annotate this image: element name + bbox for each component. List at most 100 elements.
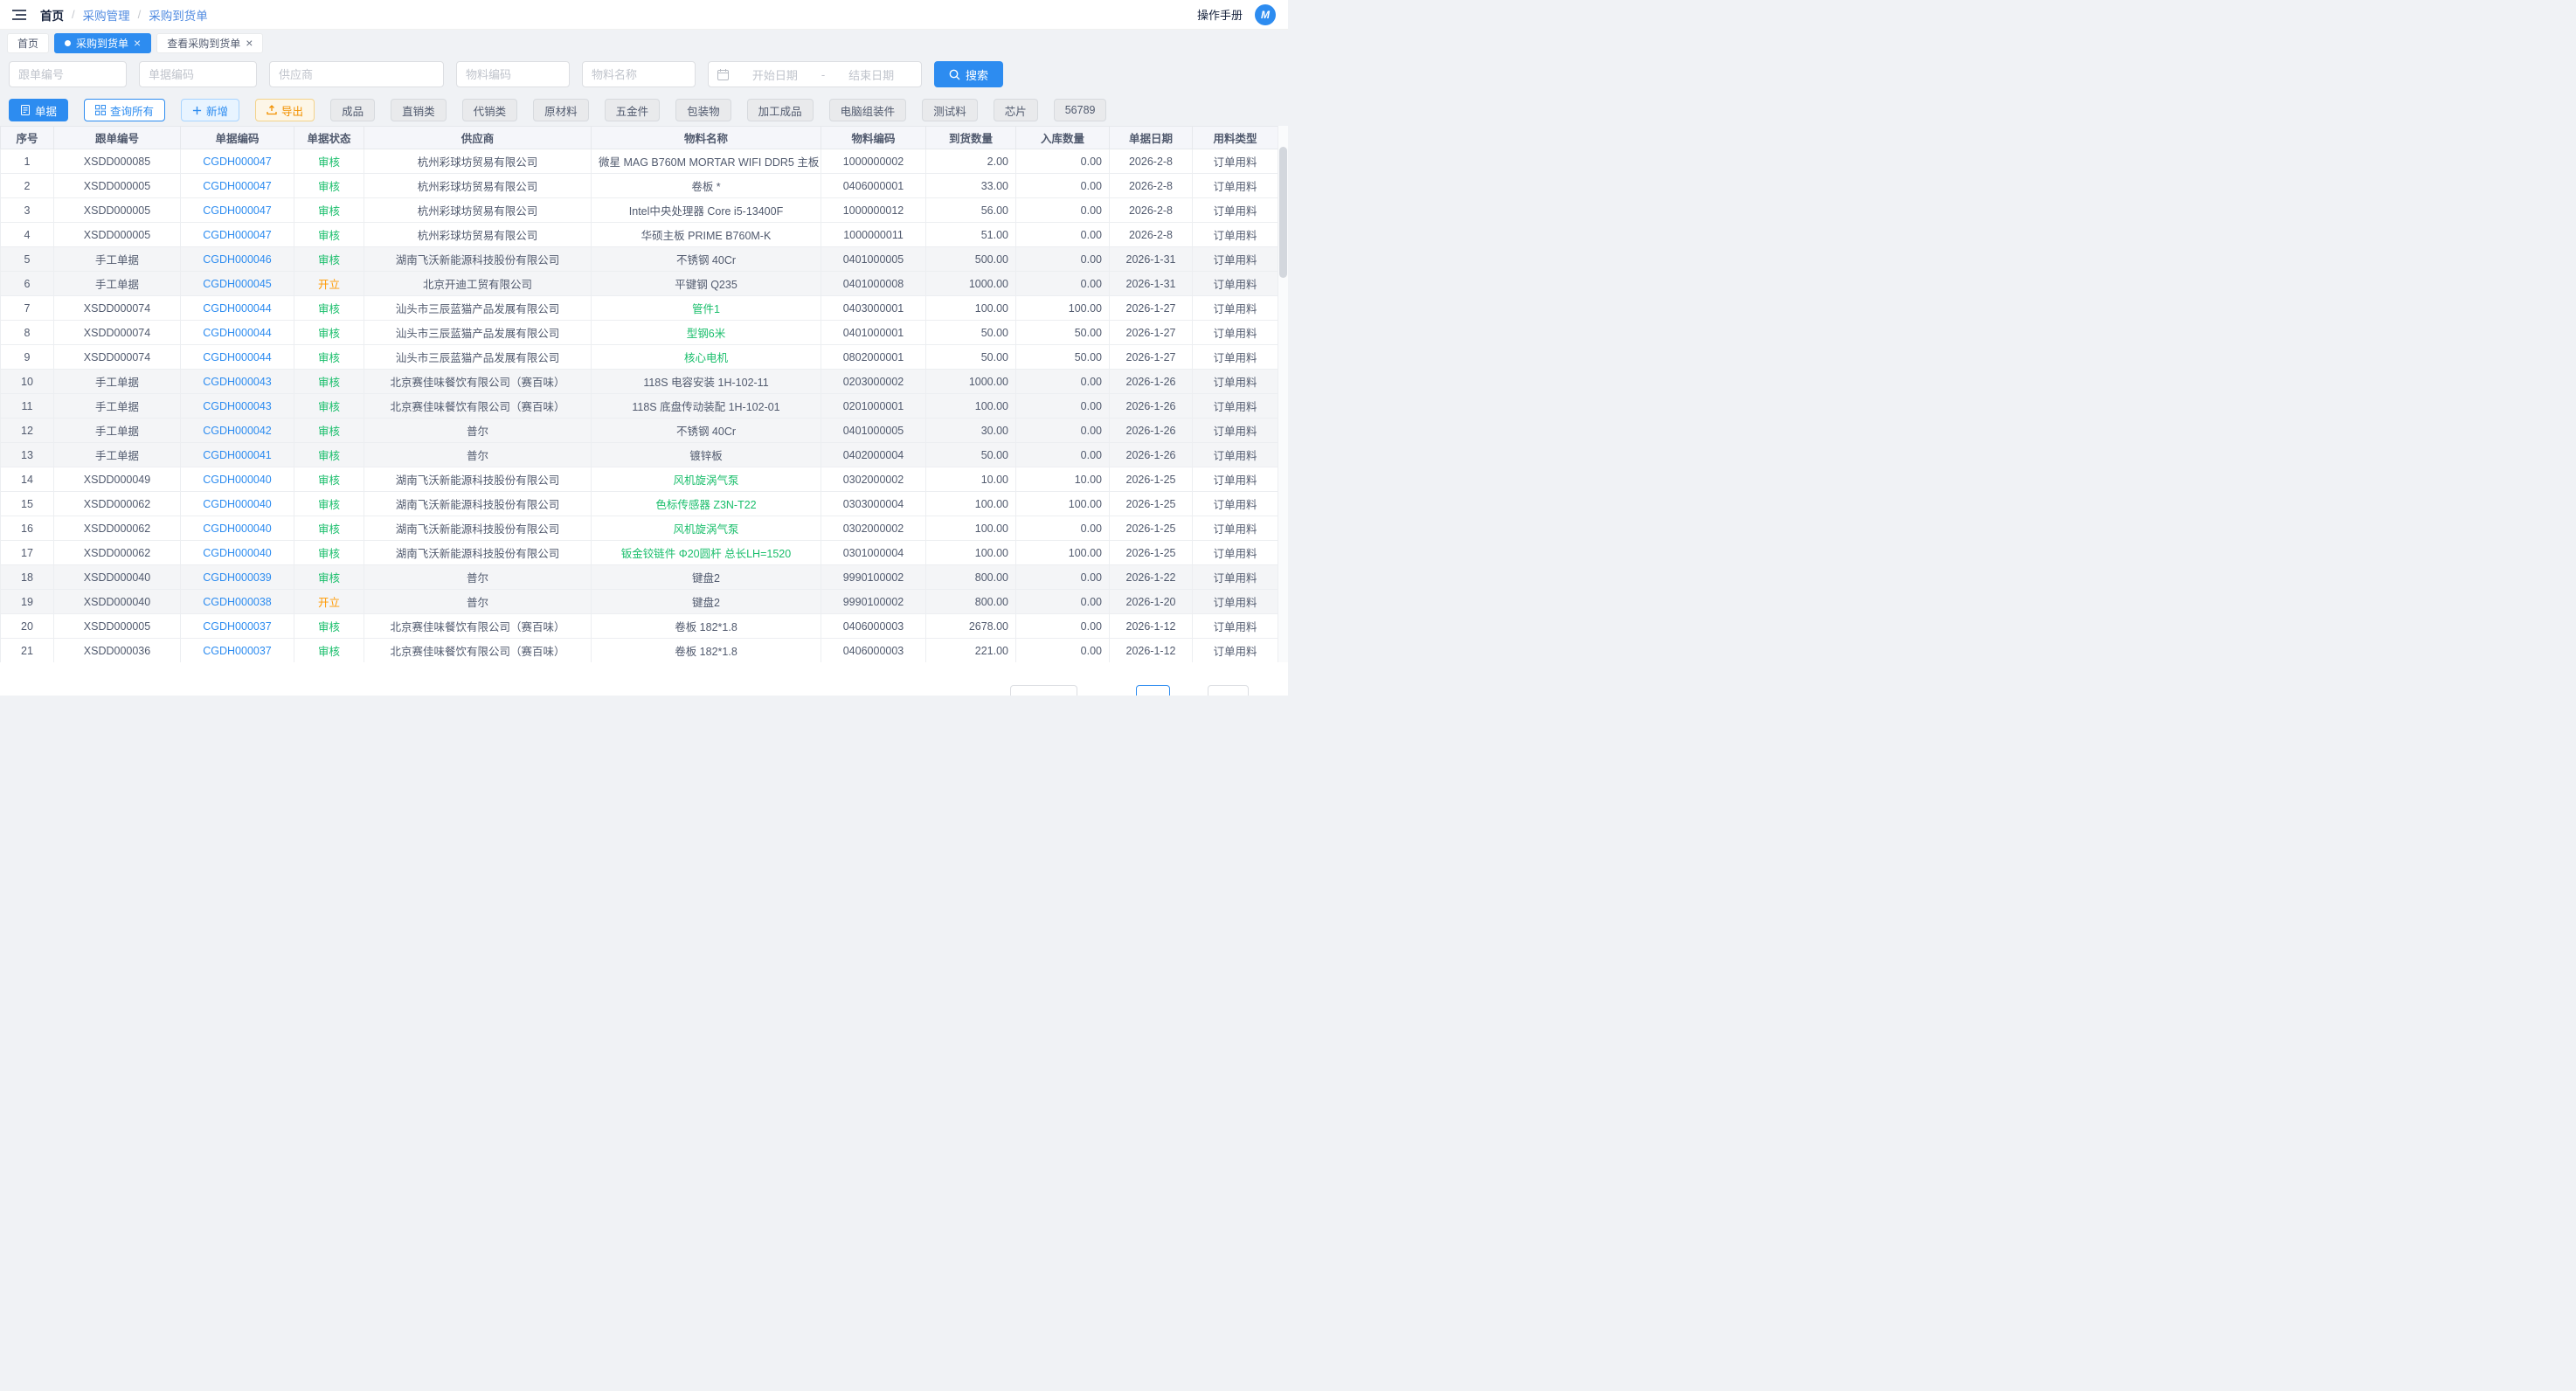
cell-doc-date: 2026-1-25	[1110, 516, 1193, 541]
tab-close-icon[interactable]: ×	[134, 37, 141, 49]
cell-material-code: 0401000005	[821, 247, 926, 272]
export-button[interactable]: 导出	[255, 99, 315, 121]
doc-no-link[interactable]: CGDH000047	[181, 223, 294, 247]
cell-inbound-qty: 0.00	[1016, 149, 1110, 174]
cell-inbound-qty: 0.00	[1016, 394, 1110, 419]
breadcrumb-item[interactable]: 采购管理	[83, 6, 130, 24]
category-filter-button[interactable]: 代销类	[462, 99, 518, 121]
doc-no-link[interactable]: CGDH000037	[181, 639, 294, 663]
date-range-picker[interactable]: 开始日期 - 结束日期	[708, 61, 922, 87]
cell-arrival-qty: 100.00	[926, 394, 1016, 419]
cell-material-name: 型钢6米	[592, 321, 821, 345]
toolbar-button-label: 导出	[281, 102, 303, 119]
doc-no-link[interactable]: CGDH000043	[181, 394, 294, 419]
top-navbar: 首页/采购管理/采购到货单 操作手册 M	[0, 0, 1288, 30]
doc-no-link[interactable]: CGDH000046	[181, 247, 294, 272]
cell-doc-date: 2026-1-12	[1110, 614, 1193, 639]
scrollbar-thumb[interactable]	[1279, 147, 1287, 278]
cell-seq: 13	[1, 443, 54, 467]
doc-no-link[interactable]: CGDH000037	[181, 614, 294, 639]
cell-seq: 16	[1, 516, 54, 541]
manual-link[interactable]: 操作手册	[1197, 6, 1243, 23]
breadcrumb-item[interactable]: 采购到货单	[149, 6, 208, 24]
end-date-placeholder[interactable]: 结束日期	[830, 66, 912, 83]
cell-inbound-qty: 0.00	[1016, 565, 1110, 590]
category-filter-button[interactable]: 五金件	[605, 99, 661, 121]
tab-item[interactable]: 查看采购到货单×	[156, 33, 263, 53]
table-row: 20XSDD000005CGDH000037审核北京赛佳味餐饮有限公司（赛百味）…	[1, 614, 1278, 639]
category-filter-button[interactable]: 成品	[330, 99, 375, 121]
table-row: 6手工单据CGDH000045开立北京开迪工贸有限公司平键钢 Q23504010…	[1, 272, 1278, 296]
query-all-button[interactable]: 查询所有	[84, 99, 165, 121]
cell-seq: 6	[1, 272, 54, 296]
doc-no-link[interactable]: CGDH000044	[181, 345, 294, 370]
cell-supplier: 湖南飞沃新能源科技股份有限公司	[364, 247, 592, 272]
tab-item[interactable]: 首页	[7, 33, 49, 53]
tab-item[interactable]: 采购到货单×	[54, 33, 151, 53]
cell-material-name: 不锈钢 40Cr	[592, 247, 821, 272]
doc-no-link[interactable]: CGDH000041	[181, 443, 294, 467]
cell-supplier: 汕头市三辰蓝猫产品发展有限公司	[364, 321, 592, 345]
doc-no-link[interactable]: CGDH000040	[181, 492, 294, 516]
cell-doc-date: 2026-2-8	[1110, 174, 1193, 198]
document-button[interactable]: 单据	[9, 99, 68, 121]
doc-no-link[interactable]: CGDH000039	[181, 565, 294, 590]
doc-no-link[interactable]: CGDH000047	[181, 174, 294, 198]
category-filter-button[interactable]: 加工成品	[747, 99, 814, 121]
doc-no-link[interactable]: CGDH000040	[181, 516, 294, 541]
start-date-placeholder[interactable]: 开始日期	[734, 66, 816, 83]
cell-supplier: 杭州彩球坊贸易有限公司	[364, 223, 592, 247]
cell-usage-type: 订单用料	[1193, 419, 1278, 443]
cell-usage-type: 订单用料	[1193, 296, 1278, 321]
filter-input-4[interactable]	[456, 61, 570, 87]
cell-inbound-qty: 50.00	[1016, 345, 1110, 370]
cell-material-name: 微星 MAG B760M MORTAR WIFI DDR5 主板	[592, 149, 821, 174]
grid-icon	[95, 105, 106, 115]
pagination-control[interactable]	[1208, 685, 1249, 696]
category-filter-button[interactable]: 测试料	[922, 99, 978, 121]
cell-usage-type: 订单用料	[1193, 321, 1278, 345]
doc-no-link[interactable]: CGDH000044	[181, 321, 294, 345]
category-filter-button[interactable]: 原材料	[533, 99, 589, 121]
cell-status: 审核	[294, 492, 364, 516]
menu-toggle-icon[interactable]	[12, 9, 26, 21]
toolbar-button-label: 查询所有	[110, 102, 154, 119]
cell-arrival-qty: 500.00	[926, 247, 1016, 272]
doc-no-link[interactable]: CGDH000043	[181, 370, 294, 394]
cell-arrival-qty: 100.00	[926, 492, 1016, 516]
table-row: 12手工单据CGDH000042审核普尔不锈钢 40Cr040100000530…	[1, 419, 1278, 443]
tab-close-icon[interactable]: ×	[246, 37, 253, 49]
doc-no-link[interactable]: CGDH000047	[181, 198, 294, 223]
doc-no-link[interactable]: CGDH000038	[181, 590, 294, 614]
category-filter-button[interactable]: 电脑组装件	[829, 99, 907, 121]
category-filter-button[interactable]: 芯片	[994, 99, 1038, 121]
doc-no-link[interactable]: CGDH000040	[181, 467, 294, 492]
search-button-label: 搜索	[966, 66, 988, 83]
cell-supplier: 湖南飞沃新能源科技股份有限公司	[364, 516, 592, 541]
category-filter-button[interactable]: 56789	[1054, 99, 1107, 121]
filter-input-3[interactable]	[269, 61, 444, 87]
breadcrumb-item[interactable]: 首页	[40, 6, 64, 24]
category-filter-button[interactable]: 包装物	[675, 99, 731, 121]
cell-usage-type: 订单用料	[1193, 198, 1278, 223]
doc-no-link[interactable]: CGDH000042	[181, 419, 294, 443]
doc-no-link[interactable]: CGDH000040	[181, 541, 294, 565]
cell-arrival-qty: 100.00	[926, 516, 1016, 541]
category-filter-button[interactable]: 直销类	[391, 99, 447, 121]
cell-arrival-qty: 1000.00	[926, 272, 1016, 296]
doc-no-link[interactable]: CGDH000045	[181, 272, 294, 296]
add-button[interactable]: 新增	[181, 99, 239, 121]
doc-no-link[interactable]: CGDH000047	[181, 149, 294, 174]
cell-inbound-qty: 0.00	[1016, 639, 1110, 663]
pagination-active-page[interactable]	[1136, 685, 1170, 696]
cell-material-code: 0802000001	[821, 345, 926, 370]
filter-input-2[interactable]	[139, 61, 257, 87]
filter-input-1[interactable]	[9, 61, 127, 87]
avatar[interactable]: M	[1255, 4, 1276, 25]
doc-no-link[interactable]: CGDH000044	[181, 296, 294, 321]
page-size-select[interactable]	[1010, 685, 1077, 696]
filter-input-5[interactable]	[582, 61, 696, 87]
cell-order-no: 手工单据	[54, 443, 181, 467]
search-button[interactable]: 搜索	[934, 61, 1003, 87]
cell-supplier: 普尔	[364, 565, 592, 590]
